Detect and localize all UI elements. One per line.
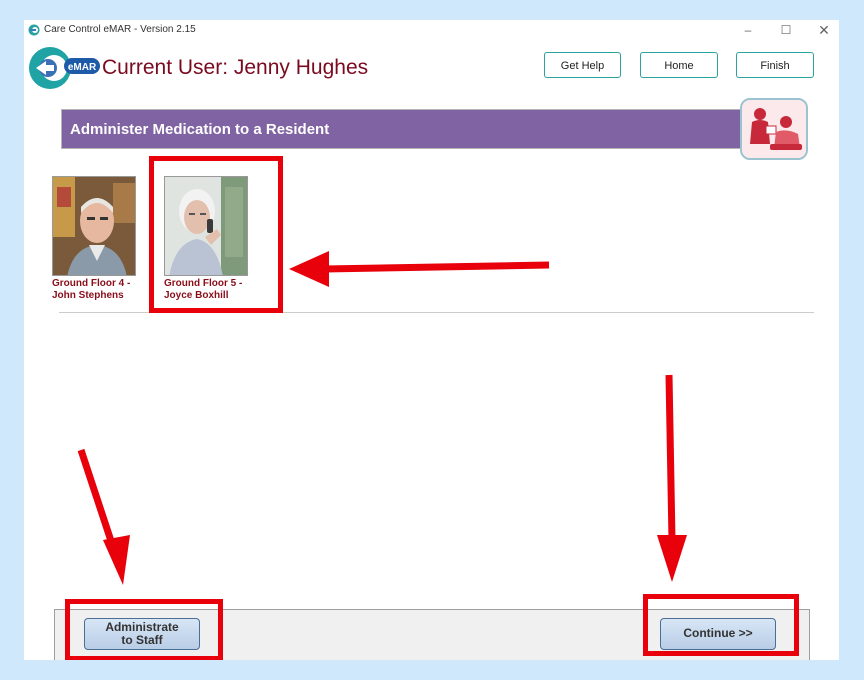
arrow-to-staff-button (77, 448, 130, 585)
arrow-to-continue-button (657, 374, 687, 582)
app-window: Care Control eMAR - Version 2.15 – ☐ ✕ e… (24, 20, 839, 660)
arrow-to-resident (289, 251, 550, 287)
annotation-arrows (77, 251, 687, 585)
